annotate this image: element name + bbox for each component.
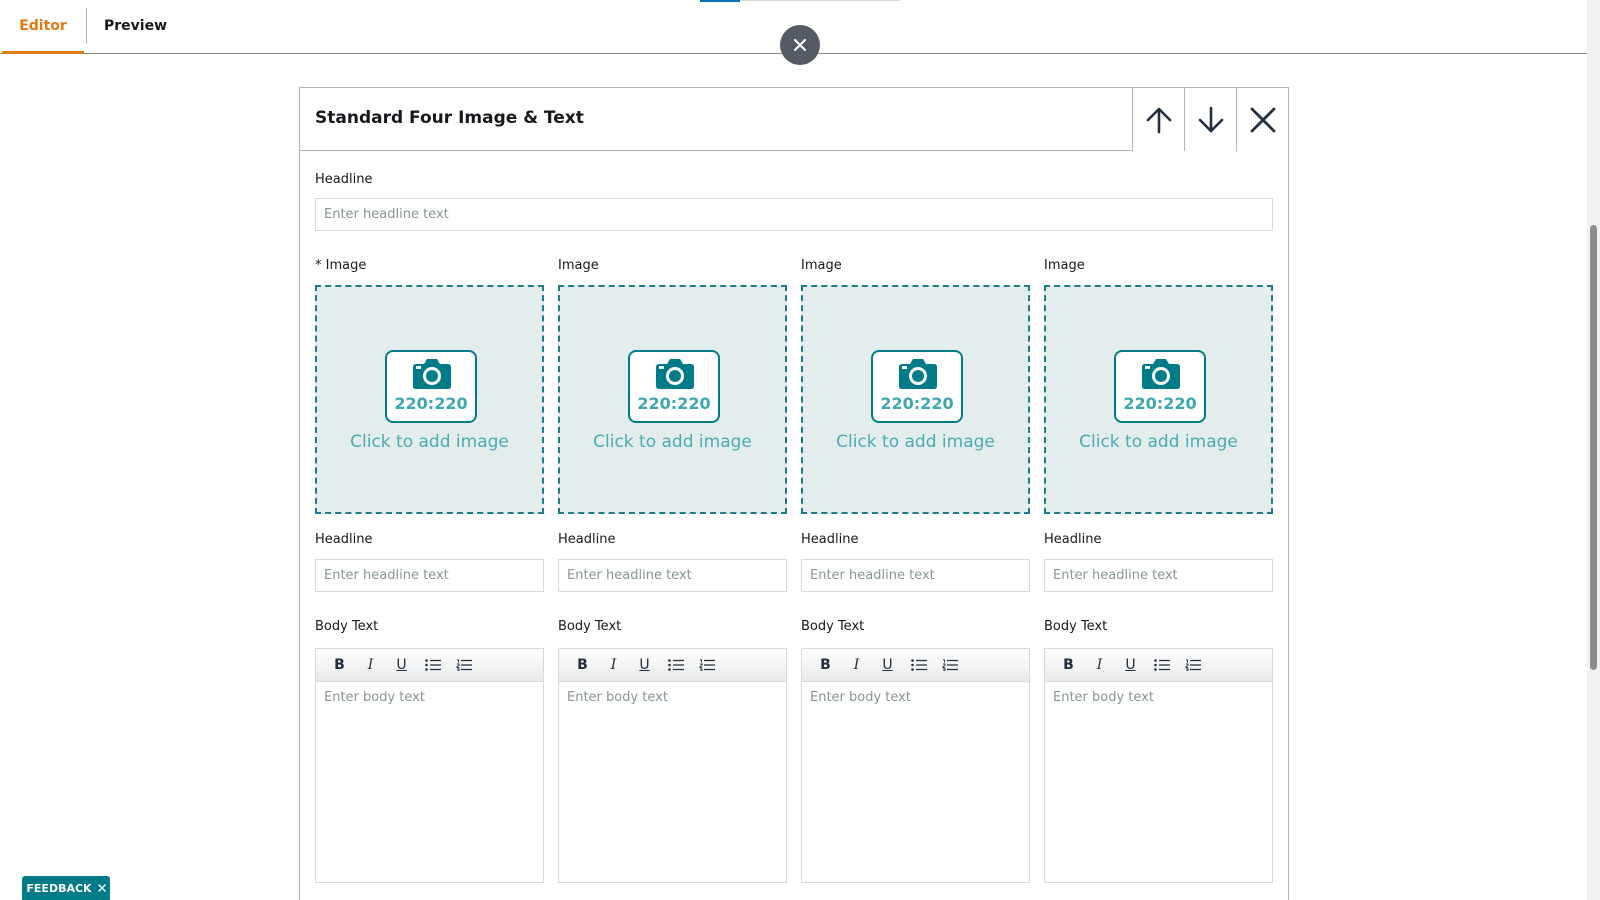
image-drop-zone[interactable]: 220:220 Click to add image — [1044, 285, 1273, 514]
move-up-button[interactable] — [1132, 88, 1184, 151]
image-drop-zone[interactable]: 220:220 Click to add image — [558, 285, 787, 514]
column-headline-label: Headline — [315, 532, 373, 547]
close-overlay-button[interactable] — [780, 25, 820, 65]
camera-icon — [413, 359, 451, 389]
bullet-list-button[interactable] — [660, 653, 691, 677]
underline-button[interactable]: U — [386, 653, 417, 677]
column-headline-input[interactable] — [558, 559, 787, 592]
image-label: Image — [1044, 258, 1085, 273]
close-icon[interactable] — [97, 884, 106, 892]
image-ratio: 220:220 — [394, 394, 468, 413]
numbered-list-icon — [699, 659, 715, 671]
image-placeholder-badge: 220:220 — [871, 350, 963, 423]
image-label: Image — [801, 258, 842, 273]
rich-text-toolbar: B I U — [1045, 649, 1272, 682]
body-text-editor: B I U Enter body text — [315, 648, 544, 883]
module-title: Standard Four Image & Text — [315, 108, 584, 128]
underline-button[interactable]: U — [872, 653, 903, 677]
image-ratio: 220:220 — [1123, 394, 1197, 413]
bullet-list-icon — [910, 659, 927, 671]
camera-icon — [1142, 359, 1180, 389]
image-ratio: 220:220 — [637, 394, 711, 413]
image-placeholder-badge: 220:220 — [628, 350, 720, 423]
column-headline-input[interactable] — [315, 559, 544, 592]
image-drop-zone[interactable]: 220:220 Click to add image — [315, 285, 544, 514]
column-headline-label: Headline — [801, 532, 859, 547]
image-label: * Image — [315, 258, 367, 273]
close-icon — [794, 39, 806, 51]
italic-button[interactable]: I — [598, 653, 629, 677]
module-panel: Standard Four Image & Text Headline * Im… — [299, 87, 1289, 900]
vertical-scrollbar[interactable] — [1587, 0, 1600, 900]
image-label: Image — [558, 258, 599, 273]
numbered-list-button[interactable] — [934, 653, 965, 677]
body-text-editor: B I U Enter body text — [558, 648, 787, 883]
feedback-button[interactable]: FEEDBACK — [22, 876, 110, 900]
numbered-list-button[interactable] — [448, 653, 479, 677]
body-text-editor: B I U Enter body text — [1044, 648, 1273, 883]
click-to-add-text: Click to add image — [836, 432, 995, 452]
numbered-list-icon — [456, 659, 472, 671]
main-headline-label: Headline — [315, 172, 373, 187]
column-headline-input[interactable] — [1044, 559, 1273, 592]
top-divider-accent — [700, 0, 740, 2]
body-text-input[interactable]: Enter body text — [1045, 682, 1272, 882]
click-to-add-text: Click to add image — [593, 432, 752, 452]
tab-preview[interactable]: Preview — [86, 8, 184, 44]
numbered-list-button[interactable] — [691, 653, 722, 677]
underline-button[interactable]: U — [1115, 653, 1146, 677]
module-header: Standard Four Image & Text — [300, 88, 1288, 151]
bullet-list-icon — [424, 659, 441, 671]
body-text-editor: B I U Enter body text — [801, 648, 1030, 883]
column-headline-label: Headline — [1044, 532, 1102, 547]
body-text-input[interactable]: Enter body text — [802, 682, 1029, 882]
rich-text-toolbar: B I U — [559, 649, 786, 682]
camera-icon — [899, 359, 937, 389]
arrow-up-icon — [1146, 107, 1171, 133]
bold-button[interactable]: B — [567, 653, 598, 677]
image-drop-zone[interactable]: 220:220 Click to add image — [801, 285, 1030, 514]
body-text-label: Body Text — [558, 619, 622, 634]
underline-button[interactable]: U — [629, 653, 660, 677]
bullet-list-button[interactable] — [1146, 653, 1177, 677]
numbered-list-button[interactable] — [1177, 653, 1208, 677]
image-placeholder-badge: 220:220 — [385, 350, 477, 423]
main-headline-input[interactable] — [315, 198, 1273, 231]
camera-icon — [656, 359, 694, 389]
numbered-list-icon — [942, 659, 958, 671]
click-to-add-text: Click to add image — [1079, 432, 1238, 452]
remove-module-button[interactable] — [1236, 88, 1288, 151]
image-ratio: 220:220 — [880, 394, 954, 413]
bullet-list-button[interactable] — [417, 653, 448, 677]
italic-button[interactable]: I — [1084, 653, 1115, 677]
click-to-add-text: Click to add image — [350, 432, 509, 452]
remove-icon — [1250, 107, 1275, 132]
scrollbar-thumb[interactable] — [1590, 225, 1597, 670]
body-text-input[interactable]: Enter body text — [559, 682, 786, 882]
bullet-list-icon — [1153, 659, 1170, 671]
numbered-list-icon — [1185, 659, 1201, 671]
arrow-down-icon — [1198, 106, 1223, 132]
italic-button[interactable]: I — [355, 653, 386, 677]
column-headline-label: Headline — [558, 532, 616, 547]
rich-text-toolbar: B I U — [316, 649, 543, 682]
body-text-label: Body Text — [801, 619, 865, 634]
feedback-label: FEEDBACK — [26, 881, 92, 895]
bullet-list-icon — [667, 659, 684, 671]
tab-editor[interactable]: Editor — [2, 0, 84, 54]
bold-button[interactable]: B — [810, 653, 841, 677]
body-text-label: Body Text — [1044, 619, 1108, 634]
image-placeholder-badge: 220:220 — [1114, 350, 1206, 423]
bold-button[interactable]: B — [1053, 653, 1084, 677]
bullet-list-button[interactable] — [903, 653, 934, 677]
bold-button[interactable]: B — [324, 653, 355, 677]
body-text-input[interactable]: Enter body text — [316, 682, 543, 882]
body-text-label: Body Text — [315, 619, 379, 634]
rich-text-toolbar: B I U — [802, 649, 1029, 682]
column-headline-input[interactable] — [801, 559, 1030, 592]
move-down-button[interactable] — [1184, 88, 1236, 151]
italic-button[interactable]: I — [841, 653, 872, 677]
